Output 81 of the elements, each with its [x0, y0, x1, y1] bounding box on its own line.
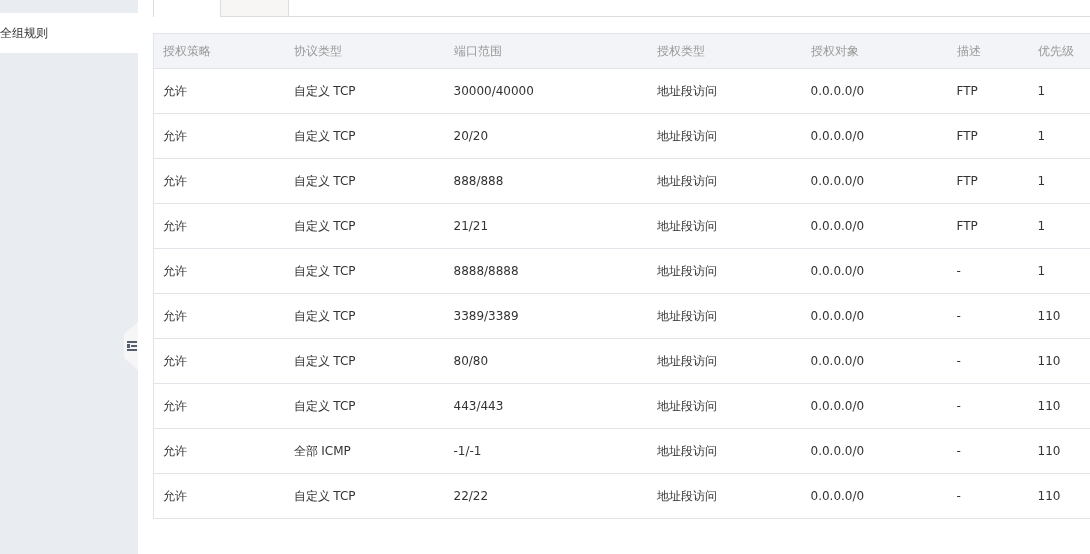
table-cell: 允许 — [153, 473, 285, 519]
table-cell: 3389/3389 — [444, 293, 648, 339]
table-cell: 全部 ICMP — [284, 428, 445, 474]
menu-collapse-icon — [127, 341, 137, 351]
table-cell: 888/888 — [444, 158, 648, 204]
table-cell: FTP — [947, 68, 1029, 114]
table-cell: 允许 — [153, 248, 285, 294]
table-cell: 地址段访问 — [647, 158, 802, 204]
table-cell: 地址段访问 — [647, 248, 802, 294]
table-cell: 自定义 TCP — [284, 113, 445, 159]
table-cell: FTP — [947, 158, 1029, 204]
table-cell: 自定义 TCP — [284, 338, 445, 384]
table-cell: 21/21 — [444, 203, 648, 249]
table-cell: 110 — [1028, 383, 1090, 429]
table-cell: FTP — [947, 113, 1029, 159]
table-cell: 地址段访问 — [647, 473, 802, 519]
table-cell: 允许 — [153, 158, 285, 204]
table-cell: 允许 — [153, 68, 285, 114]
column-header: 描述 — [947, 33, 1029, 69]
table-cell: - — [947, 473, 1029, 519]
table-cell: 地址段访问 — [647, 383, 802, 429]
table-cell: 自定义 TCP — [284, 158, 445, 204]
table-cell: - — [947, 338, 1029, 384]
table-cell: 0.0.0.0/0 — [801, 203, 948, 249]
table-cell: 30000/40000 — [444, 68, 648, 114]
table-cell: 允许 — [153, 383, 285, 429]
table-cell: 0.0.0.0/0 — [801, 338, 948, 384]
table-cell: 110 — [1028, 338, 1090, 384]
table-cell: 1 — [1028, 113, 1090, 159]
table-cell: 自定义 TCP — [284, 383, 445, 429]
table-cell: - — [947, 248, 1029, 294]
column-header: 端口范围 — [444, 33, 648, 69]
column-header: 协议类型 — [284, 33, 445, 69]
table-cell: 0.0.0.0/0 — [801, 68, 948, 114]
table-cell: 自定义 TCP — [284, 293, 445, 339]
table-cell: 自定义 TCP — [284, 473, 445, 519]
table-cell: -1/-1 — [444, 428, 648, 474]
table-cell: 地址段访问 — [647, 68, 802, 114]
table-cell: 1 — [1028, 68, 1090, 114]
table-cell: 443/443 — [444, 383, 648, 429]
table-cell: 允许 — [153, 293, 285, 339]
column-header: 授权类型 — [647, 33, 802, 69]
table-cell: - — [947, 428, 1029, 474]
table-cell: 0.0.0.0/0 — [801, 293, 948, 339]
table-cell: - — [947, 293, 1029, 339]
table-cell: 0.0.0.0/0 — [801, 113, 948, 159]
table-cell: 地址段访问 — [647, 428, 802, 474]
table-cell: 1 — [1028, 203, 1090, 249]
table-cell: 自定义 TCP — [284, 68, 445, 114]
table-cell: 0.0.0.0/0 — [801, 473, 948, 519]
table-cell: - — [947, 383, 1029, 429]
table-cell: 允许 — [153, 113, 285, 159]
column-header: 授权策略 — [153, 33, 285, 69]
table-cell: 允许 — [153, 203, 285, 249]
table-cell: 0.0.0.0/0 — [801, 158, 948, 204]
table-cell: 1 — [1028, 158, 1090, 204]
table-cell: 0.0.0.0/0 — [801, 428, 948, 474]
table-cell: 0.0.0.0/0 — [801, 383, 948, 429]
table-cell: 地址段访问 — [647, 203, 802, 249]
table-cell: 自定义 TCP — [284, 203, 445, 249]
table-cell: 110 — [1028, 428, 1090, 474]
table-cell: 地址段访问 — [647, 113, 802, 159]
table-cell: 80/80 — [444, 338, 648, 384]
table-cell: 自定义 TCP — [284, 248, 445, 294]
table-cell: 允许 — [153, 428, 285, 474]
table-cell: 地址段访问 — [647, 338, 802, 384]
table-cell: 110 — [1028, 473, 1090, 519]
table-cell: 110 — [1028, 293, 1090, 339]
table-cell: FTP — [947, 203, 1029, 249]
table-cell: 22/22 — [444, 473, 648, 519]
table-cell: 0.0.0.0/0 — [801, 248, 948, 294]
column-header: 优先级 — [1028, 33, 1090, 69]
table-cell: 允许 — [153, 338, 285, 384]
column-header: 授权对象 — [801, 33, 948, 69]
table-cell: 1 — [1028, 248, 1090, 294]
sidebar-item[interactable]: 全组规则 — [0, 13, 138, 53]
table-cell: 地址段访问 — [647, 293, 802, 339]
table-cell: 8888/8888 — [444, 248, 648, 294]
tab[interactable] — [153, 0, 221, 17]
tab[interactable] — [221, 0, 289, 16]
table-cell: 20/20 — [444, 113, 648, 159]
